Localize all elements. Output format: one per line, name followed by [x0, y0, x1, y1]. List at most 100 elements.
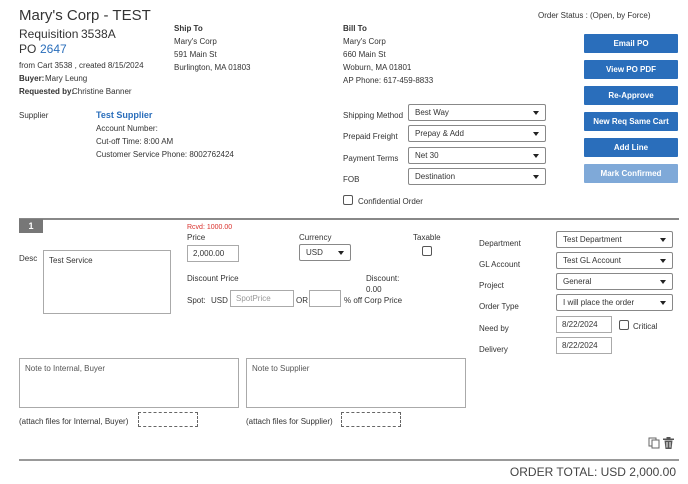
supplier-cutoff: Cut-off Time: 8:00 AM [96, 137, 174, 146]
bill-to-line: 660 Main St [343, 50, 386, 59]
line-divider [19, 218, 679, 220]
gl-account-label: GL Account [479, 260, 521, 269]
attach-internal-dropzone[interactable] [138, 412, 198, 427]
department-label: Department [479, 239, 521, 248]
chevron-down-icon [338, 250, 344, 255]
po-label: PO [19, 42, 37, 56]
percent-off-label: % off Corp Price [344, 296, 403, 305]
or-label: OR [296, 296, 308, 305]
ship-to-line: 591 Main St [174, 50, 217, 59]
gl-account-value: Test GL Account [563, 256, 621, 265]
payment-terms-label: Payment Terms [343, 154, 399, 163]
po-number[interactable]: 2647 [40, 42, 67, 56]
department-value: Test Department [563, 235, 622, 244]
ship-to-line: Mary's Corp [174, 37, 217, 46]
project-value: General [563, 277, 592, 286]
page-title: Mary's Corp - TEST [19, 7, 151, 24]
confidential-order-checkbox[interactable] [343, 195, 353, 205]
critical-label: Critical [633, 322, 658, 331]
taxable-checkbox[interactable] [422, 246, 432, 256]
prepaid-freight-label: Prepaid Freight [343, 132, 398, 141]
requested-by-link[interactable]: Christine Banner [72, 87, 132, 96]
attach-supplier-link[interactable]: (attach files for Supplier) [246, 417, 333, 426]
shipping-method-select[interactable]: Best Way [408, 104, 546, 121]
requisition-number: 3538A [81, 27, 116, 41]
bill-to-line: Mary's Corp [343, 37, 386, 46]
order-total: ORDER TOTAL: USD 2,000.00 [509, 465, 676, 479]
currency-value: USD [306, 248, 323, 257]
chevron-down-icon [660, 279, 666, 284]
copy-icon[interactable] [648, 437, 660, 449]
price-input[interactable]: 2,000.00 [187, 245, 239, 262]
percent-off-input[interactable] [309, 290, 341, 307]
add-line-button[interactable]: Add Line [584, 138, 678, 157]
confidential-order-label: Confidential Order [358, 197, 423, 206]
spot-price-input[interactable]: SpotPrice [230, 290, 294, 307]
attach-supplier-dropzone[interactable] [341, 412, 401, 427]
chevron-down-icon [533, 131, 539, 136]
discount-price-label: Discount Price [187, 274, 239, 283]
spot-label: Spot: [187, 296, 206, 305]
ship-to-line: Burlington, MA 01803 [174, 63, 251, 72]
from-cart-text: from Cart 3538 , created 8/15/2024 [19, 61, 144, 70]
trash-icon[interactable] [663, 437, 674, 449]
view-po-pdf-button[interactable]: View PO PDF [584, 60, 678, 79]
desc-textarea[interactable]: Test Service [43, 250, 171, 314]
bill-to-title: Bill To [343, 24, 367, 33]
shipping-method-value: Best Way [415, 108, 449, 117]
desc-label: Desc [19, 254, 38, 263]
project-label: Project [479, 281, 504, 290]
order-type-value: I will place the order [563, 298, 635, 307]
supplier-phone: Customer Service Phone: 8002762424 [96, 150, 234, 159]
email-po-button[interactable]: Email PO [584, 34, 678, 53]
order-type-label: Order Type [479, 302, 519, 311]
gl-account-select[interactable]: Test GL Account [556, 252, 673, 269]
shipping-method-label: Shipping Method [343, 111, 404, 120]
note-supplier-textarea[interactable]: Note to Supplier [246, 358, 466, 408]
need-by-label: Need by [479, 324, 509, 333]
prepaid-freight-select[interactable]: Prepay & Add [408, 125, 546, 142]
fob-label: FOB [343, 175, 360, 184]
supplier-label: Supplier [19, 111, 49, 120]
supplier-name-link[interactable]: Test Supplier [96, 110, 152, 120]
prepaid-freight-value: Prepay & Add [415, 129, 464, 138]
order-status[interactable]: Order Status : (Open, by Force) [538, 11, 650, 20]
fob-select[interactable]: Destination [408, 168, 546, 185]
currency-select[interactable]: USD [299, 244, 351, 261]
payment-terms-value: Net 30 [415, 151, 439, 160]
chevron-down-icon [660, 237, 666, 242]
requested-by-label: Requested by: [19, 87, 75, 96]
need-by-date-input[interactable]: 8/22/2024 [556, 316, 612, 333]
payment-terms-select[interactable]: Net 30 [408, 147, 546, 164]
fob-value: Destination [415, 172, 456, 181]
line-number-badge: 1 [19, 219, 43, 233]
delivery-label: Delivery [479, 345, 508, 354]
re-approve-button[interactable]: Re-Approve [584, 86, 678, 105]
chevron-down-icon [533, 110, 539, 115]
bill-to-line: Woburn, MA 01801 [343, 63, 412, 72]
currency-label: Currency [299, 233, 332, 242]
attach-internal-link[interactable]: (attach files for Internal, Buyer) [19, 417, 128, 426]
supplier-account: Account Number: [96, 124, 158, 133]
buyer-name: Mary Leung [45, 74, 88, 83]
ship-to-title: Ship To [174, 24, 203, 33]
mark-confirmed-button[interactable]: Mark Confirmed [584, 164, 678, 183]
note-internal-textarea[interactable]: Note to Internal, Buyer [19, 358, 239, 408]
discount-value: 0.00 [366, 285, 382, 294]
rcvd-text: Rcvd: 1000.00 [187, 224, 233, 231]
chevron-down-icon [660, 258, 666, 263]
taxable-label: Taxable [413, 233, 441, 242]
department-select[interactable]: Test Department [556, 231, 673, 248]
chevron-down-icon [660, 300, 666, 305]
chevron-down-icon [533, 174, 539, 179]
critical-checkbox[interactable] [619, 320, 629, 330]
total-divider [19, 459, 679, 461]
spot-currency: USD [211, 296, 228, 305]
project-select[interactable]: General [556, 273, 673, 290]
order-type-select[interactable]: I will place the order [556, 294, 673, 311]
bill-to-line: AP Phone: 617-459-8833 [343, 76, 434, 85]
price-label: Price [187, 233, 206, 242]
delivery-date-input[interactable]: 8/22/2024 [556, 337, 612, 354]
new-req-same-cart-button[interactable]: New Req Same Cart [584, 112, 678, 131]
requisition-label: Requisition [19, 27, 79, 41]
